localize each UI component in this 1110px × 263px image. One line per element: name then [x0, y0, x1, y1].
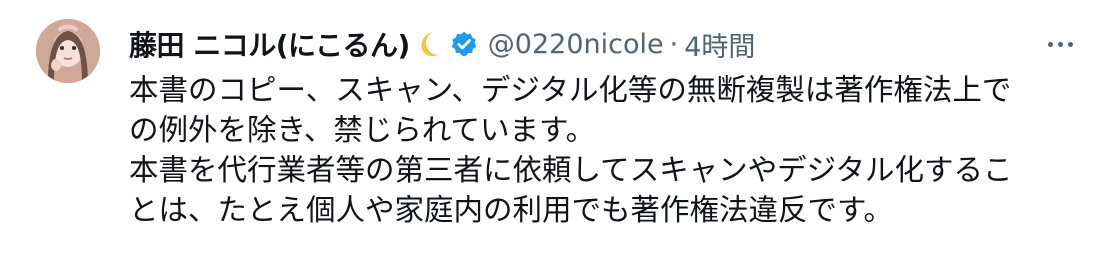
more-dot [1067, 41, 1073, 47]
avatar-image [36, 19, 100, 83]
verified-badge-icon[interactable] [450, 30, 478, 58]
tweet-text-line: 本書を代行業者等の第三者に依頼してスキャンやデジタル化するこ [129, 153, 1013, 187]
timestamp[interactable]: 4時間 [684, 25, 755, 64]
more-dot [1057, 41, 1063, 47]
more-dot [1047, 41, 1053, 47]
author-name[interactable]: 藤田 ニコル(にこるん) [129, 24, 410, 64]
tweet-text-line: とは、たとえ個人や家庭内の利用でも著作権法違反です。 [129, 193, 894, 227]
author-handle[interactable]: @0220nicole [488, 29, 664, 60]
tweet-text-line: の例外を除き、禁じられています。 [129, 113, 596, 147]
tweet-text-line: 本書のコピー、スキャン、デジタル化等の無断複製は著作権法上で [129, 73, 1012, 107]
tweet-text: 本書のコピー、スキャン、デジタル化等の無断複製は著作権法上で の例外を除き、禁じ… [129, 70, 1089, 230]
tweet-header: 藤田 ニコル(にこるん) @0220nicole · 4時間 [129, 24, 755, 64]
more-options-icon[interactable] [1040, 30, 1080, 58]
crescent-moon-icon [421, 32, 438, 57]
separator-dot: · [669, 28, 679, 60]
tweet: 藤田 ニコル(にこるん) @0220nicole · 4時間 本書のコピー、スキ… [0, 0, 1110, 263]
avatar[interactable] [36, 19, 100, 83]
